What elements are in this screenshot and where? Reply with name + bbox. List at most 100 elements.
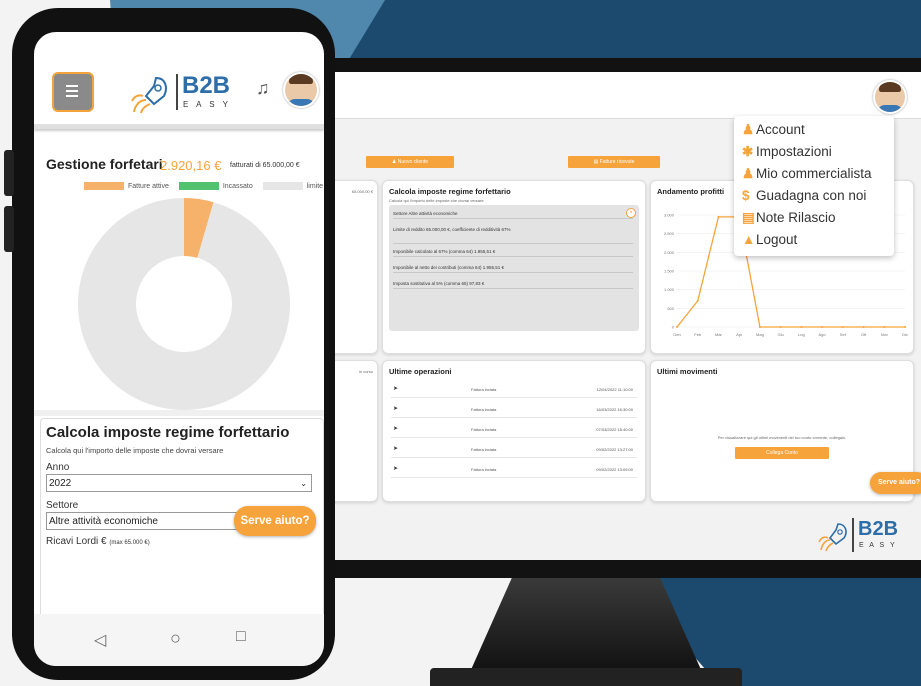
new-client-button[interactable]: ♟ Nuovo cliente [366,156,454,168]
data-point [904,326,906,328]
send-icon: ➤ [393,466,399,472]
op-date: 09/02/2022 13:27:00 [596,447,633,452]
table-row[interactable]: ➤ Fattura inviata 07/03/2022 18:40:00 [391,423,637,438]
y-tick-label: 500 [667,306,674,311]
user-avatar[interactable] [283,72,319,108]
menu-label: Guadagna con noi [756,188,867,203]
x-tick-label: Ott [861,332,867,337]
x-tick-label: Nov [881,332,888,337]
menu-item-account[interactable]: ♟ Account [742,122,805,138]
recent-apps-icon[interactable]: □ [236,628,246,646]
op-label: Fattura inviata [471,387,497,392]
x-tick-label: Apr [736,332,743,337]
legend-label: Fatture attive [128,182,169,190]
calc-card-subtitle: Calcola qui l'importo delle imposte che … [389,198,484,203]
anno-value: 2022 [49,478,72,489]
menu-label: Impostazioni [756,144,832,159]
x-tick-label: Mag [756,332,764,337]
menu-item-accountant[interactable]: ♟ Mio commercialista [742,166,872,182]
menu-item-release-notes[interactable]: ▤Note Rilascio [742,210,836,226]
table-row[interactable]: ➤ Fattura inviata 09/02/2022 13:09:00 [391,463,637,478]
menu-item-logout[interactable]: ▲Logout [742,232,797,247]
desktop-topbar [310,72,921,119]
monitor-base [430,668,742,686]
gestione-limit-text: fatturati di 65.000,00 € [230,162,300,169]
calc-row: Imposta sostitutiva al 5% (comma 65) 97,… [393,281,633,289]
dollar-icon: $ [742,188,750,203]
movements-title: Ultimi movimenti [657,367,718,376]
connect-account-button[interactable]: Collega Conto [735,447,829,459]
op-date: 12/04/2022 11:10:00 [596,387,633,392]
anno-select[interactable]: 2022 ⌄ [46,474,312,492]
data-point [696,299,699,302]
send-icon: ➤ [393,386,399,392]
menu-item-earn[interactable]: $ Guadagna con noi [742,188,866,203]
rocket-icon [131,76,167,114]
calc-taxes-card: Calcola imposte regime forfettario Calco… [382,180,646,354]
x-tick-label: Giu [778,332,784,337]
hamburger-menu-button[interactable] [52,72,94,112]
back-icon[interactable]: ◁ [94,630,106,650]
y-tick-label: 2.500 [664,231,675,236]
data-point [821,326,824,328]
x-tick-label: Ago [819,332,827,337]
chart-legend: Fatture attive Incassato limite [84,182,323,190]
data-point [883,326,886,328]
calc-row: Imponibile al netto dei contributi (comm… [393,265,633,273]
section-divider [34,410,324,416]
lock-icon: ▲ [742,232,756,247]
op-date: 16/03/2022 16:30:00 [596,407,633,412]
help-button[interactable]: Serve aiuto? [870,472,921,494]
gear-icon: ✱ [742,144,754,159]
chevron-down-icon: ⌄ [300,479,307,488]
calc-results-box: Settore Altre attività economiche × Limi… [389,205,639,331]
sector-row: Settore Altre attività economiche [393,211,633,219]
anno-label: Anno [46,462,70,473]
settore-label: Settore [46,500,79,511]
table-row[interactable]: ➤ Fattura inviata 16/03/2022 16:30:00 [391,403,637,418]
settore-value: Altre attività economiche [49,516,158,527]
op-date: 07/03/2022 18:40:00 [596,427,633,432]
send-icon: ➤ [393,426,399,432]
x-tick-label: Feb [694,332,702,337]
op-label: Fattura inviata [471,447,497,452]
bell-icon[interactable]: ♫ [256,78,270,99]
data-point [841,326,844,328]
phone-calc-subtitle: Calcola qui l'importo delle imposte che … [46,446,224,455]
x-tick-label: Lug [798,332,805,337]
x-tick-label: Mar [715,332,723,337]
rocket-icon [818,523,847,552]
left-card-text: 65.000,00 € [351,189,373,194]
x-tick-label: Set [840,332,847,337]
op-label: Fattura inviata [471,467,497,472]
y-tick-label: 1.000 [664,287,675,292]
logo-text: B2B [858,518,899,540]
help-button[interactable]: Serve aiuto? [234,506,316,536]
user-avatar[interactable] [873,80,907,114]
data-point [758,326,761,328]
received-invoices-button[interactable]: ▤ Fatture ricevute [568,156,660,168]
data-point [676,326,678,328]
op-label: Fattura inviata [471,407,497,412]
close-icon[interactable]: × [626,208,636,218]
data-point [862,326,865,328]
ops-title: Ultime operazioni [389,367,452,376]
y-tick-label: 2.000 [664,250,675,255]
legend-swatch [178,182,219,190]
calc-row: Imponibile calcolato al 67% (comma 64) 1… [393,249,633,257]
home-icon[interactable]: ○ [170,628,181,649]
y-tick-label: 3.000 [664,213,675,218]
phone-side-button [4,206,14,252]
table-row[interactable]: ➤ Fattura inviata 12/04/2022 11:10:00 [391,383,637,398]
calc-row: Limite di reddito 65.000,00 €, coefficie… [393,227,633,244]
y-tick-label: 1.500 [664,269,675,274]
user-icon: ♟ [742,122,755,137]
menu-label: Note Rilascio [756,210,836,225]
menu-item-settings[interactable]: ✱ Impostazioni [742,144,832,160]
table-row[interactable]: ➤ Fattura inviata 09/02/2022 13:27:00 [391,443,637,458]
y-tick-label: 0 [672,325,675,330]
send-icon: ➤ [393,406,399,412]
header-divider [34,124,324,129]
phone-screen: B2B E A S Y ♫ Gestione forfetari 2.920,1… [34,32,324,666]
menu-label: Mio commercialista [756,166,872,181]
